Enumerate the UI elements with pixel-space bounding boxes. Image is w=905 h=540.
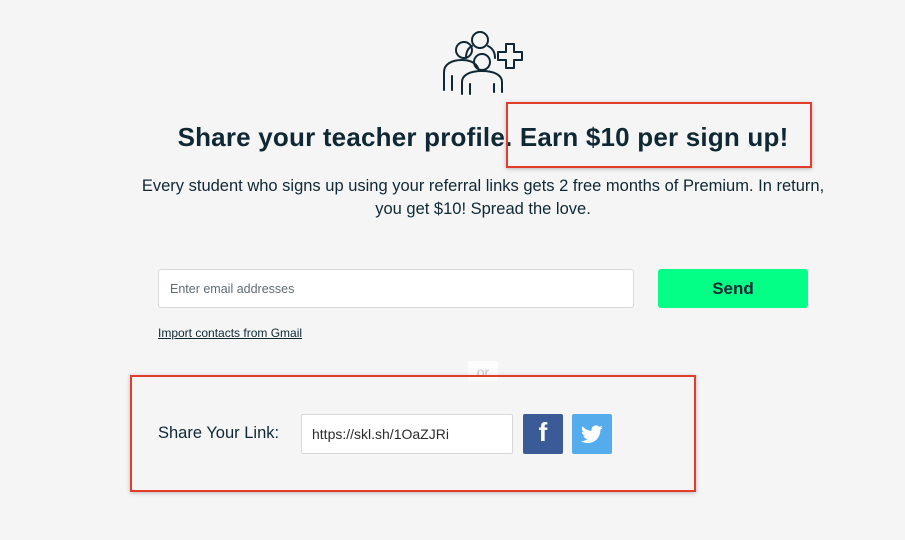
share-link-label: Share Your Link: — [158, 424, 280, 442]
page-subtitle: Every student who signs up using your re… — [141, 177, 825, 218]
import-gmail-link[interactable]: Import contacts from Gmail — [158, 326, 302, 340]
twitter-icon — [581, 424, 603, 443]
facebook-icon: f — [538, 417, 548, 447]
send-button[interactable]: Send — [658, 269, 808, 308]
twitter-share-button[interactable] — [572, 414, 612, 454]
email-input[interactable] — [158, 269, 634, 308]
facebook-share-button[interactable]: f — [523, 414, 563, 454]
page-title: Share your teacher profile. Earn $10 per… — [177, 122, 789, 152]
add-people-icon — [443, 31, 523, 95]
share-link-field[interactable] — [301, 414, 513, 454]
or-divider: or — [468, 361, 498, 381]
referral-page: Share your teacher profile. Earn $10 per… — [0, 0, 905, 540]
